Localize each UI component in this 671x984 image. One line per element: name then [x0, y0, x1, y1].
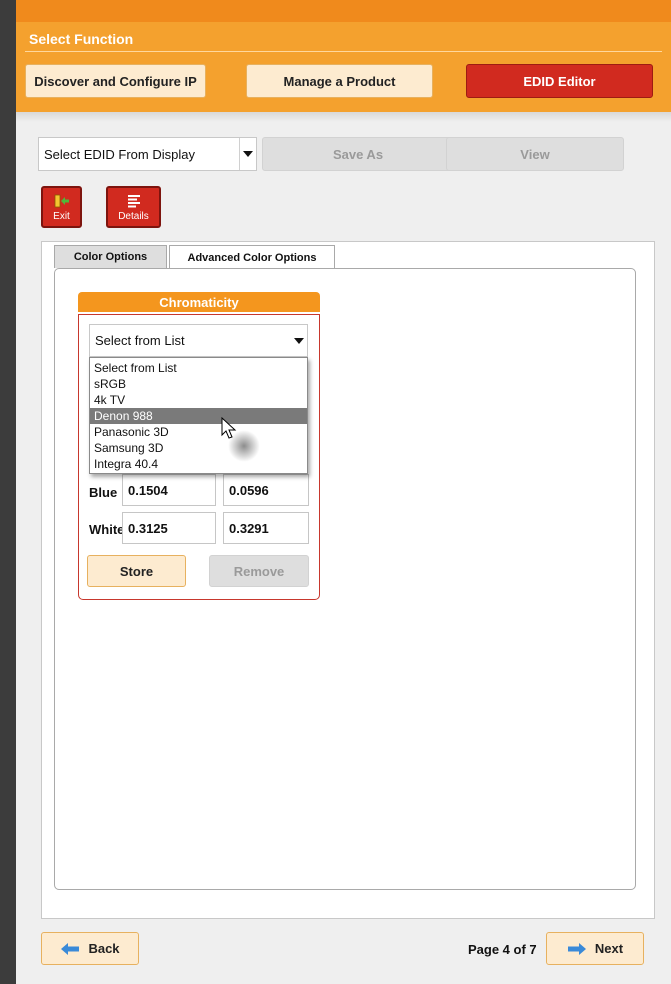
discover-configure-ip-button[interactable]: Discover and Configure IP: [25, 64, 206, 98]
store-button[interactable]: Store: [87, 555, 186, 587]
dropdown-option[interactable]: 4k TV: [90, 392, 307, 408]
edid-source-select[interactable]: Select EDID From Display: [38, 137, 257, 171]
function-bar: Select Function Discover and Configure I…: [16, 0, 671, 112]
view-button[interactable]: View: [446, 137, 624, 171]
next-button[interactable]: Next: [546, 932, 644, 965]
details-button[interactable]: Details: [106, 186, 161, 228]
chevron-down-icon[interactable]: [291, 325, 307, 356]
manage-product-button[interactable]: Manage a Product: [246, 64, 433, 98]
white-x-field[interactable]: 0.3125: [122, 512, 216, 544]
chromaticity-header: Chromaticity: [78, 292, 320, 312]
edid-editor-button[interactable]: EDID Editor: [466, 64, 653, 98]
mouse-cursor-icon: [221, 417, 237, 439]
dropdown-option[interactable]: sRGB: [90, 376, 307, 392]
edid-editor-window: Select Function Discover and Configure I…: [16, 0, 671, 984]
chromaticity-preset-select[interactable]: Select from List: [89, 324, 308, 357]
exit-button[interactable]: Exit: [41, 186, 82, 228]
back-button[interactable]: Back: [41, 932, 139, 965]
arrow-right-icon: [567, 942, 586, 955]
chevron-down-icon[interactable]: [239, 138, 256, 170]
dropdown-option[interactable]: Panasonic 3D: [90, 424, 307, 440]
blue-x-field[interactable]: 0.1504: [122, 474, 216, 506]
exit-icon: [54, 194, 69, 208]
white-y-field[interactable]: 0.3291: [223, 512, 309, 544]
dropdown-option[interactable]: Select from List: [90, 360, 307, 376]
blue-y-field[interactable]: 0.0596: [223, 474, 309, 506]
remove-button[interactable]: Remove: [209, 555, 309, 587]
save-as-button[interactable]: Save As: [262, 137, 454, 171]
chromaticity-preset-value: Select from List: [95, 333, 185, 348]
tab-advanced-color-options[interactable]: Advanced Color Options: [169, 245, 335, 269]
exit-label: Exit: [53, 211, 70, 222]
divider: [25, 51, 662, 52]
arrow-left-icon: [61, 942, 80, 955]
chromaticity-preset-dropdown: Select from List sRGB 4k TV Denon 988 Pa…: [89, 357, 308, 474]
dropdown-option[interactable]: Integra 40.4: [90, 456, 307, 472]
details-label: Details: [118, 211, 149, 222]
next-label: Next: [594, 941, 624, 956]
dropdown-option[interactable]: Samsung 3D: [90, 440, 307, 456]
function-bar-title: Select Function: [29, 31, 134, 47]
edid-source-select-value: Select EDID From Display: [44, 146, 195, 162]
tab-color-options[interactable]: Color Options: [54, 245, 167, 268]
blue-label: Blue: [89, 485, 118, 500]
back-label: Back: [88, 941, 120, 956]
divider: [16, 112, 671, 122]
white-label: White: [89, 522, 125, 537]
dropdown-option-highlighted[interactable]: Denon 988: [90, 408, 307, 424]
page-indicator: Page 4 of 7: [468, 942, 537, 957]
details-icon: [127, 195, 140, 208]
